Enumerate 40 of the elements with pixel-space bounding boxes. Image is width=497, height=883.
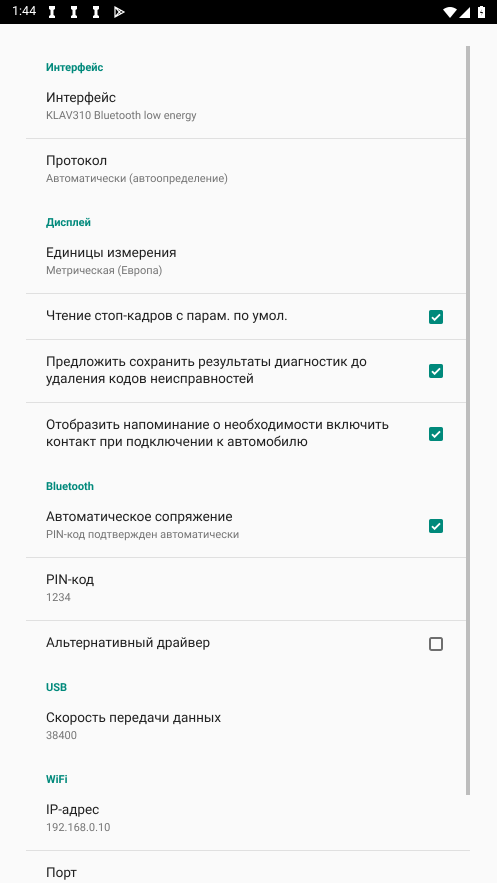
setting-row[interactable]: Отобразить напоминание о необходимости включить контакт при подключении к автомобилю bbox=[26, 403, 470, 465]
setting-summary: PIN-код подтвержден автоматически bbox=[46, 527, 240, 543]
setting-row[interactable]: Порт bbox=[26, 851, 470, 883]
setting-row[interactable]: Скорость передачи данных 38400 bbox=[26, 696, 470, 758]
section-header: Дисплей bbox=[46, 215, 92, 231]
setting-summary: KLAV310 Bluetooth low energy bbox=[46, 108, 198, 124]
setting-title: Отобразить напоминание о необходимости включить контакт при подключении к автомобилю bbox=[46, 417, 390, 451]
setting-title: Предложить сохранить результаты диагностик до удаления кодов неисправностей bbox=[46, 354, 368, 388]
checkbox[interactable] bbox=[428, 363, 444, 379]
setting-summary: 38400 bbox=[46, 728, 78, 744]
checkbox[interactable] bbox=[428, 426, 444, 442]
setting-title: Протокол bbox=[46, 153, 108, 170]
setting-title: Единицы измерения bbox=[46, 245, 178, 262]
signal-icon bbox=[459, 6, 470, 18]
setting-title: Чтение стоп-кадров с парам. по умол. bbox=[46, 308, 288, 325]
status-time: 1:44 bbox=[12, 2, 36, 21]
setting-row[interactable]: IP-адрес 192.168.0.10 bbox=[26, 788, 470, 851]
wifi-icon bbox=[443, 6, 457, 18]
setting-title: PIN-код bbox=[46, 572, 96, 589]
section-header: USB bbox=[46, 680, 68, 696]
checkbox[interactable] bbox=[428, 308, 444, 324]
setting-title: Альтернативный драйвер bbox=[46, 635, 210, 652]
setting-title: Автоматическое сопряжение bbox=[46, 509, 234, 526]
section-header: Bluetooth bbox=[46, 479, 95, 495]
setting-title: Скорость передачи данных bbox=[46, 710, 222, 727]
battery-icon bbox=[478, 6, 485, 18]
section-header: Интерфейс bbox=[46, 60, 104, 76]
setting-row[interactable]: Альтернативный драйвер bbox=[26, 621, 470, 666]
setting-title: Порт bbox=[46, 865, 78, 882]
setting-title: Интерфейс bbox=[46, 90, 117, 107]
setting-summary: 1234 bbox=[46, 590, 72, 606]
checkbox[interactable] bbox=[428, 636, 444, 652]
play-icon bbox=[114, 6, 126, 18]
section-header: WiFi bbox=[46, 772, 68, 788]
checkbox[interactable] bbox=[428, 518, 444, 534]
setting-summary: Метрическая (Европа) bbox=[46, 263, 164, 279]
setting-summary: Автоматически (автоопределение) bbox=[46, 171, 229, 187]
setting-title: IP-адрес bbox=[46, 802, 100, 819]
setting-summary: 192.168.0.10 bbox=[46, 820, 112, 836]
setting-row[interactable]: Протокол Автоматически (автоопределение) bbox=[26, 139, 470, 201]
